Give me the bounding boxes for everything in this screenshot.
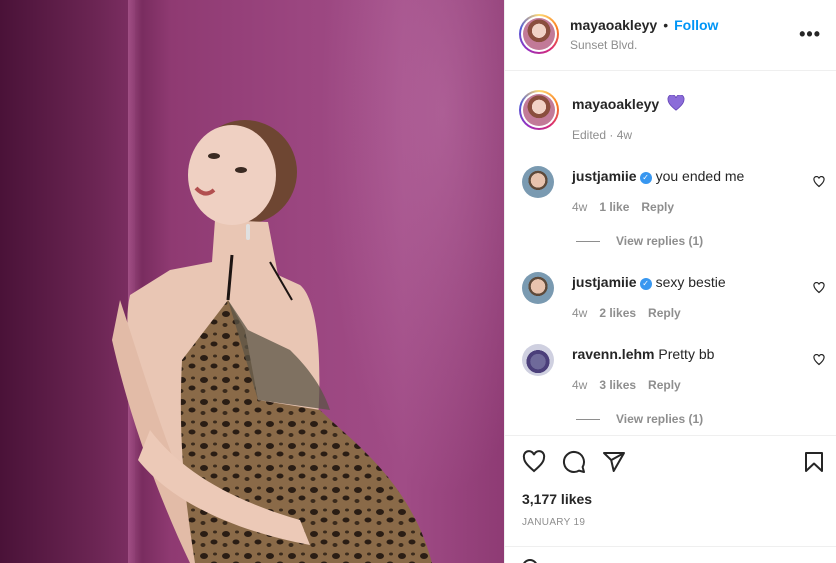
caption-avatar[interactable] — [519, 90, 559, 130]
reply-button[interactable]: Reply — [641, 200, 674, 214]
comment-line: ravenn.lehm Pretty bb — [572, 346, 714, 362]
comment-text: sexy bestie — [655, 274, 726, 290]
verified-badge-icon: ✓ — [639, 278, 652, 290]
add-comment-bar[interactable] — [505, 546, 836, 563]
comment-time: 4w — [572, 200, 588, 214]
caption-line: mayaoakleyy — [572, 95, 685, 112]
comment-avatar[interactable] — [522, 344, 554, 376]
comment-username[interactable]: justjamiie — [572, 274, 637, 290]
comment-username[interactable]: justjamiie — [572, 168, 637, 184]
follow-button[interactable]: Follow — [674, 17, 718, 33]
reply-button[interactable]: Reply — [648, 306, 681, 320]
author-username[interactable]: mayaoakleyy — [570, 17, 657, 33]
comment-meta: 4w 3 likes Reply — [572, 378, 681, 392]
separator-dot: • — [663, 17, 669, 33]
comment-line: justjamiie ✓ sexy bestie — [572, 274, 726, 290]
post-side-panel: mayaoakleyy • Follow Sunset Blvd. ••• maya… — [504, 0, 836, 563]
view-replies-button[interactable]: View replies (1) — [576, 234, 703, 248]
share-paper-plane-icon[interactable] — [602, 450, 626, 474]
author-line: mayaoakleyy • Follow — [570, 17, 718, 35]
comment-username[interactable]: ravenn.lehm — [572, 346, 654, 362]
post-actions: 3,177 likes JANUARY 19 — [505, 437, 836, 547]
author-avatar[interactable] — [519, 14, 559, 54]
comment-like-heart-icon[interactable] — [813, 176, 825, 188]
comment-meta: 4w 2 likes Reply — [572, 306, 681, 320]
comment-avatar[interactable] — [522, 166, 554, 198]
caption-meta: Edited · 4w — [572, 128, 633, 142]
comment-bubble-icon[interactable] — [562, 450, 586, 474]
comment-likes-link[interactable]: 3 likes — [599, 378, 636, 392]
comment-text: you ended me — [655, 168, 745, 184]
replies-divider — [576, 241, 600, 243]
post-location[interactable]: Sunset Blvd. — [570, 38, 637, 52]
replies-divider — [576, 419, 600, 421]
more-options-button[interactable]: ••• — [799, 24, 821, 45]
comment-meta: 4w 1 like Reply — [572, 200, 674, 214]
caption-username[interactable]: mayaoakleyy — [572, 96, 659, 112]
comment-time: 4w — [572, 306, 588, 320]
likes-count[interactable]: 3,177 likes — [522, 491, 592, 507]
like-heart-icon[interactable] — [522, 450, 546, 474]
post-header: mayaoakleyy • Follow Sunset Blvd. ••• — [505, 0, 836, 71]
post-date: JANUARY 19 — [522, 517, 586, 528]
comment-avatar[interactable] — [522, 272, 554, 304]
save-bookmark-icon[interactable] — [802, 450, 826, 474]
purple-heart-icon — [667, 95, 685, 111]
view-replies-label: View replies (1) — [616, 412, 704, 426]
comment-like-heart-icon[interactable] — [813, 282, 825, 294]
photo-figure — [112, 120, 432, 563]
comment-time: 4w — [572, 378, 588, 392]
view-replies-label: View replies (1) — [616, 234, 704, 248]
emoji-icon[interactable] — [522, 559, 538, 563]
comment-like-heart-icon[interactable] — [813, 354, 825, 366]
post-photo[interactable] — [0, 0, 504, 563]
comment-likes-link[interactable]: 1 like — [599, 200, 629, 214]
view-replies-button[interactable]: View replies (1) — [576, 412, 703, 426]
reply-button[interactable]: Reply — [648, 378, 681, 392]
comments-section[interactable]: mayaoakleyy Edited · 4w justjamiie ✓ you e… — [505, 72, 836, 436]
comment-text: Pretty bb — [658, 346, 715, 362]
comment-line: justjamiie ✓ you ended me — [572, 168, 744, 184]
comment-likes-link[interactable]: 2 likes — [599, 306, 636, 320]
verified-badge-icon: ✓ — [639, 172, 652, 184]
